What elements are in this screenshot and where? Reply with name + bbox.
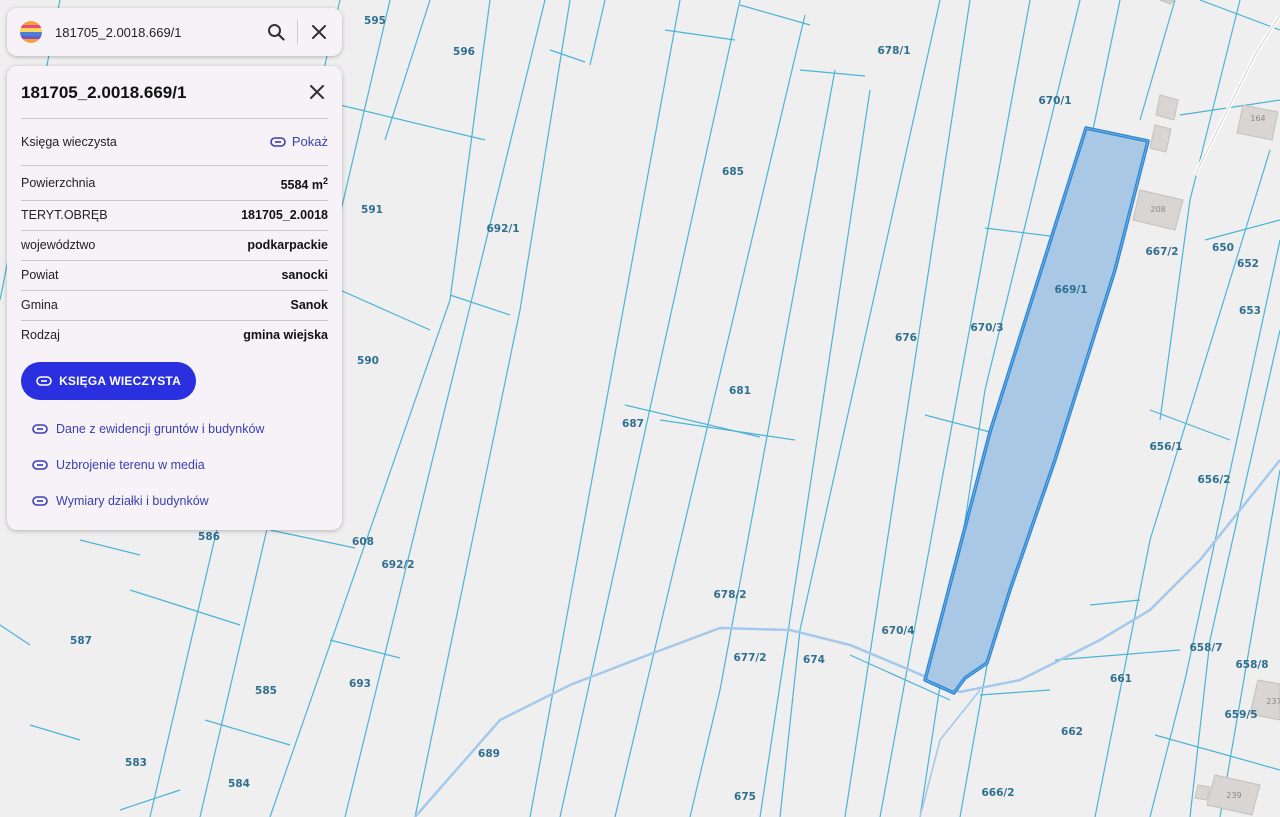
info-row-teryt: TERYT.OBRĘB 181705_2.0018: [21, 200, 328, 230]
close-panel-button[interactable]: [304, 79, 330, 105]
info-row-type: Rodzaj gmina wiejska: [21, 320, 328, 350]
parcel-label: 608: [352, 536, 374, 548]
parcel-label: 675: [734, 791, 756, 803]
info-value: sanocki: [281, 268, 328, 282]
parcel-label: 584: [228, 778, 250, 790]
link-icon: [32, 496, 48, 506]
info-value: Sanok: [290, 298, 328, 312]
parcel-label: 583: [125, 757, 147, 769]
parcel-label: 659/5: [1224, 709, 1257, 721]
kw-label: Księga wieczysta: [21, 135, 117, 149]
link-label: Dane z ewidencji gruntów i budynków: [56, 422, 265, 436]
parcel-label: 596: [453, 46, 475, 58]
info-row-county: Powiat sanocki: [21, 260, 328, 290]
info-key: Powiat: [21, 268, 59, 282]
building-label: 208: [1150, 205, 1165, 214]
info-row-area: Powierzchnia 5584 m2: [21, 165, 328, 200]
parcel-label: 656/2: [1197, 474, 1230, 486]
parcel-label: 681: [729, 385, 751, 397]
parcel-label: 693: [349, 678, 371, 690]
parcel-label: 677/2: [733, 652, 766, 664]
parcel-label: 666/2: [981, 787, 1014, 799]
land-register-button[interactable]: KSIĘGA WIECZYSTA: [21, 362, 196, 400]
parcel-label: 674: [803, 654, 825, 666]
parcel-label: 586: [198, 531, 220, 543]
parcel-label: 692/2: [381, 559, 414, 571]
link-land-records[interactable]: Dane z ewidencji gruntów i budynków: [32, 422, 264, 436]
parcel-label: 678/1: [877, 45, 910, 57]
info-key: Gmina: [21, 298, 58, 312]
parcel-label: 670/4: [881, 625, 914, 637]
close-icon: [310, 85, 324, 99]
parcel-label: 587: [70, 635, 92, 647]
search-bar: 181705_2.0018.669/1: [7, 8, 342, 56]
parcel-label: 662: [1061, 726, 1083, 738]
parcel-label: 650: [1212, 242, 1234, 254]
info-key: województwo: [21, 238, 96, 252]
clear-search-button[interactable]: [304, 17, 334, 47]
parcel-label: 692/1: [486, 223, 519, 235]
close-icon: [312, 25, 326, 39]
parcel-label: 595: [364, 15, 386, 27]
parcel-label: 661: [1110, 673, 1132, 685]
parcel-label: 658/7: [1189, 642, 1222, 654]
info-key: TERYT.OBRĘB: [21, 208, 108, 222]
parcel-label: 687: [622, 418, 644, 430]
parcel-label: 689: [478, 748, 500, 760]
link-icon: [32, 424, 48, 434]
search-input[interactable]: 181705_2.0018.669/1: [55, 25, 261, 40]
search-icon: [268, 24, 285, 41]
land-register-button-label: KSIĘGA WIECZYSTA: [59, 374, 181, 388]
link-icon: [36, 376, 52, 386]
parcel-label: 685: [722, 166, 744, 178]
kw-show-label: Pokaż: [291, 134, 328, 149]
parcel-label: 585: [255, 685, 277, 697]
parcel-label: 670/1: [1038, 95, 1071, 107]
parcel-label: 590: [357, 355, 379, 367]
info-value-area: 5584 m2: [280, 176, 328, 193]
link-dimensions[interactable]: Wymiary działki i budynków: [32, 494, 209, 508]
building-label: 239: [1226, 791, 1241, 800]
parcel-label: 591: [361, 204, 383, 216]
parcel-label: 658/8: [1235, 659, 1268, 671]
info-value: podkarpackie: [247, 238, 328, 252]
parcel-label: 669/1: [1054, 284, 1087, 296]
info-row-commune: Gmina Sanok: [21, 290, 328, 320]
app-logo-icon: [20, 21, 42, 43]
building-label: 237: [1266, 697, 1280, 706]
link-label: Uzbrojenie terenu w media: [56, 458, 205, 472]
info-value: 181705_2.0018: [241, 208, 328, 222]
search-divider: [297, 19, 298, 45]
link-icon: [32, 460, 48, 470]
parcel-label: 653: [1239, 305, 1261, 317]
panel-title: 181705_2.0018.669/1: [21, 83, 187, 102]
building-label: 164: [1250, 114, 1265, 123]
link-icon: [270, 136, 286, 147]
parcel-label: 656/1: [1149, 441, 1182, 453]
search-button[interactable]: [261, 17, 291, 47]
parcel-info-panel: 181705_2.0018.669/1 Księga wieczysta Pok…: [7, 66, 342, 530]
parcel-label: 652: [1237, 258, 1259, 270]
kw-show-link[interactable]: Pokaż: [270, 134, 328, 149]
parcel-label: 676: [895, 332, 917, 344]
info-key: Rodzaj: [21, 328, 60, 342]
link-utilities[interactable]: Uzbrojenie terenu w media: [32, 458, 205, 472]
info-value: gmina wiejska: [243, 328, 328, 342]
info-row-voivodeship: województwo podkarpackie: [21, 230, 328, 260]
link-label: Wymiary działki i budynków: [56, 494, 209, 508]
parcel-label: 670/3: [970, 322, 1003, 334]
parcel-label: 667/2: [1145, 246, 1178, 258]
parcel-label: 678/2: [713, 589, 746, 601]
info-key: Powierzchnia: [21, 176, 96, 190]
